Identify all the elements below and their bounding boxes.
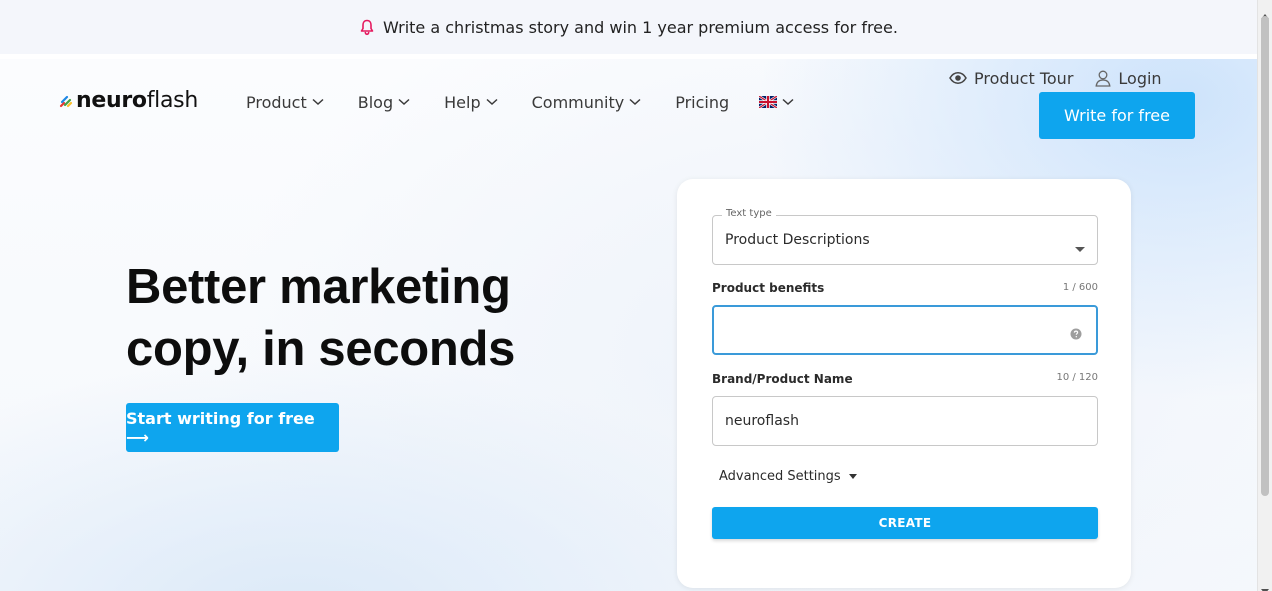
product-tour-label: Product Tour [974, 68, 1074, 88]
nav-item-label: Community [531, 92, 625, 112]
nav-item-label: Pricing [675, 92, 730, 112]
text-type-label: Text type [722, 208, 776, 219]
chevron-down-icon [398, 98, 410, 106]
caret-down-icon [848, 474, 857, 479]
header-links: Product Tour Login [949, 67, 1184, 89]
headline-line-1: Better marketing [126, 260, 511, 314]
brand-name-value: neuroflash [725, 413, 799, 429]
uk-flag-icon [758, 93, 778, 112]
nav-item-community[interactable]: Community [532, 93, 642, 112]
logo-text-light: flash [146, 88, 199, 113]
nav-item-label: Product [246, 92, 307, 112]
text-type-value: Product Descriptions [725, 232, 870, 248]
product-tour-link[interactable]: Product Tour [949, 69, 1073, 88]
announcement-text: Write a christmas story and win 1 year p… [383, 17, 898, 37]
scroll-down-arrow-icon[interactable] [1261, 579, 1269, 591]
scrollbar-thumb[interactable] [1261, 16, 1269, 496]
page: Write a christmas story and win 1 year p… [0, 0, 1272, 591]
bell-icon [359, 19, 375, 36]
chevron-down-icon [312, 98, 324, 106]
nav-item-label: Blog [357, 92, 394, 112]
chevron-down-icon [782, 98, 794, 106]
neuroflash-logo[interactable]: neuro flash [59, 88, 198, 113]
vertical-scrollbar[interactable] [1257, 0, 1272, 591]
product-benefits-counter: 1 / 600 [1062, 282, 1098, 293]
help-icon[interactable] [1070, 325, 1082, 344]
create-button[interactable]: CREATE [712, 507, 1098, 539]
main-nav: Product Blog Help Community Pricing [246, 90, 828, 114]
headline-line-2: copy, in seconds [126, 322, 516, 376]
language-selector[interactable] [758, 93, 794, 112]
logo-text-bold: neuro [76, 88, 147, 113]
advanced-settings-label: Advanced Settings [719, 469, 841, 484]
nav-item-blog[interactable]: Blog [358, 93, 410, 112]
product-benefits-label: Product benefits [712, 281, 825, 295]
nav-item-label: Help [444, 92, 481, 112]
chevron-down-icon [629, 98, 641, 106]
announcement-bar[interactable]: Write a christmas story and win 1 year p… [0, 0, 1257, 54]
eye-icon [949, 72, 967, 84]
dropdown-arrow-icon [1075, 238, 1085, 257]
start-writing-button[interactable]: Start writing for free ⟶ [126, 403, 339, 452]
user-icon [1095, 70, 1111, 87]
product-benefits-input[interactable] [712, 305, 1098, 355]
brand-name-input[interactable]: neuroflash [712, 396, 1098, 446]
nav-item-help[interactable]: Help [444, 92, 498, 112]
advanced-settings-toggle[interactable]: Advanced Settings [719, 469, 857, 484]
brand-name-counter: 10 / 120 [1056, 372, 1098, 383]
write-for-free-button[interactable]: Write for free [1039, 92, 1195, 139]
nav-item-product[interactable]: Product [246, 93, 324, 112]
generator-form-card: Text type Product Descriptions Product b… [677, 179, 1131, 588]
text-type-select[interactable]: Text type Product Descriptions [712, 208, 1098, 265]
chevron-down-icon [486, 98, 498, 106]
nav-item-pricing[interactable]: Pricing [675, 93, 729, 112]
logo-mark-icon [59, 94, 73, 108]
login-link[interactable]: Login [1095, 68, 1162, 88]
brand-name-label: Brand/Product Name [712, 372, 853, 386]
hero-headline: Better marketing copy, in seconds [126, 256, 586, 380]
login-label: Login [1118, 68, 1162, 88]
